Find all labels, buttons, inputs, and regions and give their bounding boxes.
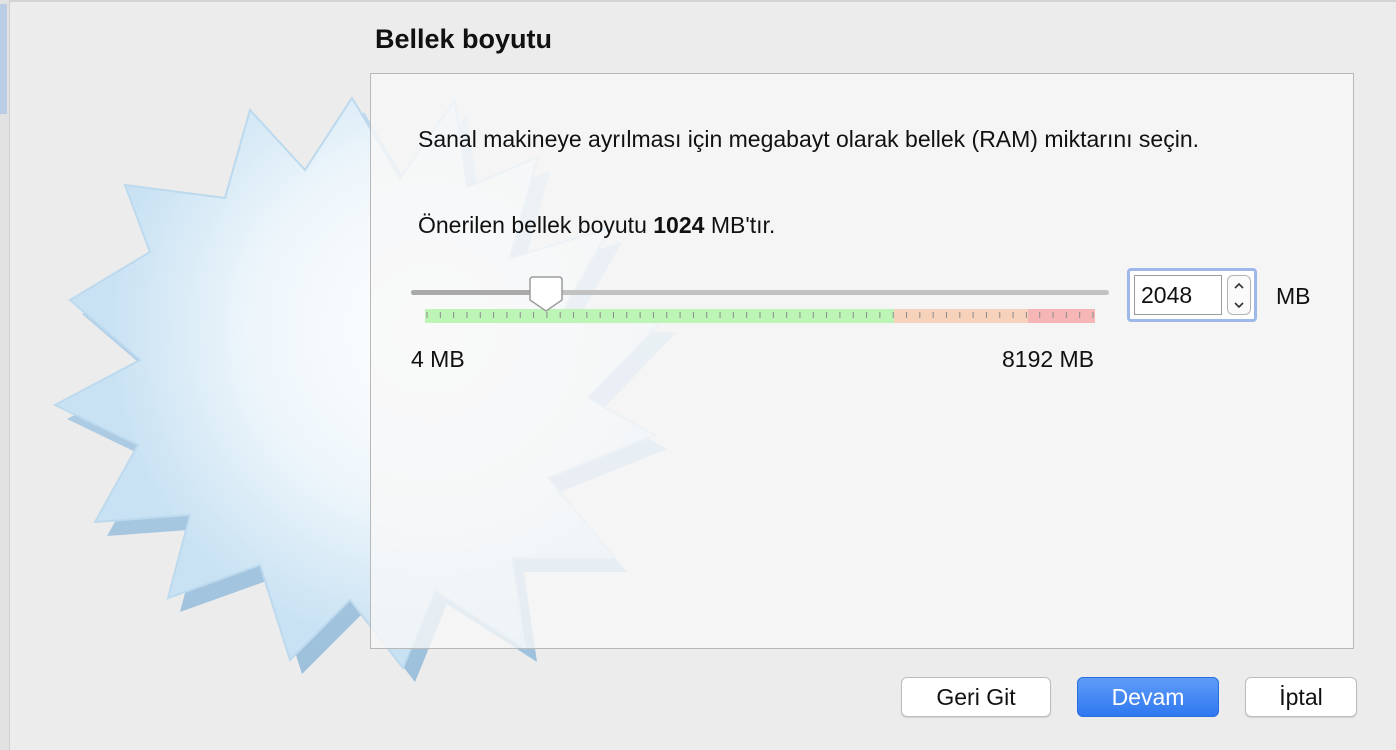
memory-slider-track[interactable]	[411, 290, 1109, 295]
chevron-down-icon	[1234, 301, 1244, 308]
cancel-button[interactable]: İptal	[1245, 677, 1357, 717]
memory-slider-thumb[interactable]	[528, 274, 564, 314]
recommended-suffix: MB'tır.	[704, 212, 776, 238]
chevron-up-icon	[1234, 282, 1244, 289]
page-title: Bellek boyutu	[375, 24, 553, 54]
memory-description: Sanal makineye ayrılması için megabayt o…	[418, 126, 1200, 152]
slider-max-label: 8192 MB	[1002, 346, 1095, 372]
memory-spinbox[interactable]	[1127, 268, 1257, 322]
memory-slider-fill	[411, 290, 547, 295]
slider-min-label: 4 MB	[411, 346, 465, 372]
memory-size-input[interactable]	[1134, 275, 1222, 315]
continue-button[interactable]: Devam	[1077, 677, 1219, 717]
memory-slider-ticks	[426, 312, 1094, 318]
recommended-memory-text: Önerilen bellek boyutu 1024 MB'tır.	[418, 208, 775, 242]
recommended-value: 1024	[653, 212, 705, 238]
memory-stepper[interactable]	[1227, 275, 1251, 315]
content-panel	[370, 73, 1354, 649]
memory-unit-label: MB	[1276, 283, 1311, 309]
stepper-down-button[interactable]	[1228, 295, 1250, 314]
back-button[interactable]: Geri Git	[901, 677, 1051, 717]
recommended-prefix: Önerilen bellek boyutu	[418, 212, 654, 238]
stepper-up-button[interactable]	[1228, 276, 1250, 295]
